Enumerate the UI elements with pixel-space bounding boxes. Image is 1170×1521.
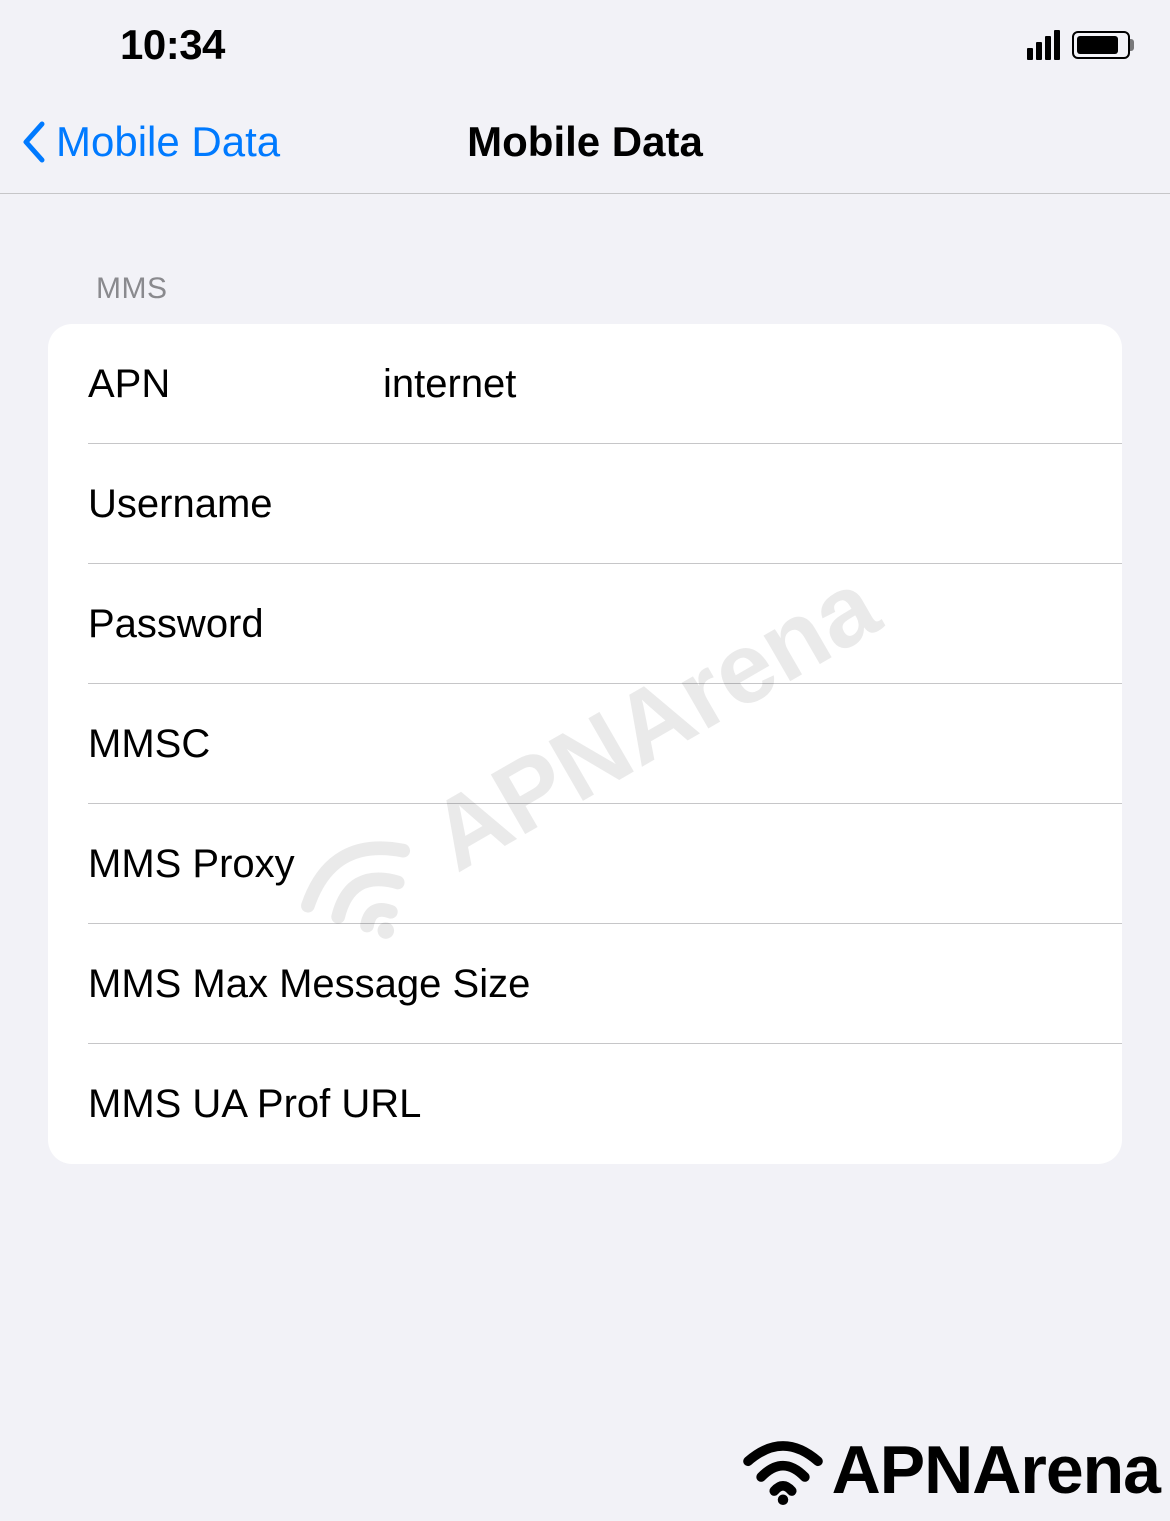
status-indicators [1027,30,1130,60]
wifi-icon [738,1435,828,1505]
input-username[interactable] [383,482,1082,527]
row-label-mms-proxy: MMS Proxy [88,842,383,887]
input-mms-proxy[interactable] [383,842,1082,887]
input-mmsc[interactable] [383,722,1082,767]
row-mmsc[interactable]: MMSC [48,684,1122,804]
cellular-signal-icon [1027,30,1060,60]
row-username[interactable]: Username [48,444,1122,564]
row-label-mmsc: MMSC [88,722,383,767]
row-mms-proxy[interactable]: MMS Proxy [48,804,1122,924]
row-label-apn: APN [88,362,383,407]
status-time: 10:34 [120,21,225,69]
row-label-password: Password [88,602,383,647]
back-label: Mobile Data [56,118,280,166]
chevron-left-icon [20,120,48,164]
settings-content: MMS APN Username Password MMSC MMS Proxy… [0,194,1170,1164]
page-title: Mobile Data [467,118,703,166]
back-button[interactable]: Mobile Data [0,118,280,166]
footer-logo-text: APNArena [832,1431,1160,1509]
input-apn[interactable] [383,362,1082,407]
row-label-mms-max-message-size: MMS Max Message Size [88,962,530,1007]
input-mms-max-message-size[interactable] [530,962,1082,1007]
navigation-bar: Mobile Data Mobile Data [0,90,1170,194]
row-password[interactable]: Password [48,564,1122,684]
settings-group-mms: APN Username Password MMSC MMS Proxy MMS… [48,324,1122,1164]
row-label-mms-ua-prof-url: MMS UA Prof URL [88,1082,421,1127]
section-header-mms: MMS [48,272,1122,324]
row-apn[interactable]: APN [48,324,1122,444]
battery-icon [1072,31,1130,59]
input-password[interactable] [383,602,1082,647]
footer-logo: APNArena [738,1431,1160,1509]
row-mms-max-message-size[interactable]: MMS Max Message Size [48,924,1122,1044]
row-label-username: Username [88,482,383,527]
input-mms-ua-prof-url[interactable] [421,1082,1082,1127]
row-mms-ua-prof-url[interactable]: MMS UA Prof URL [48,1044,1122,1164]
status-bar: 10:34 [0,0,1170,90]
